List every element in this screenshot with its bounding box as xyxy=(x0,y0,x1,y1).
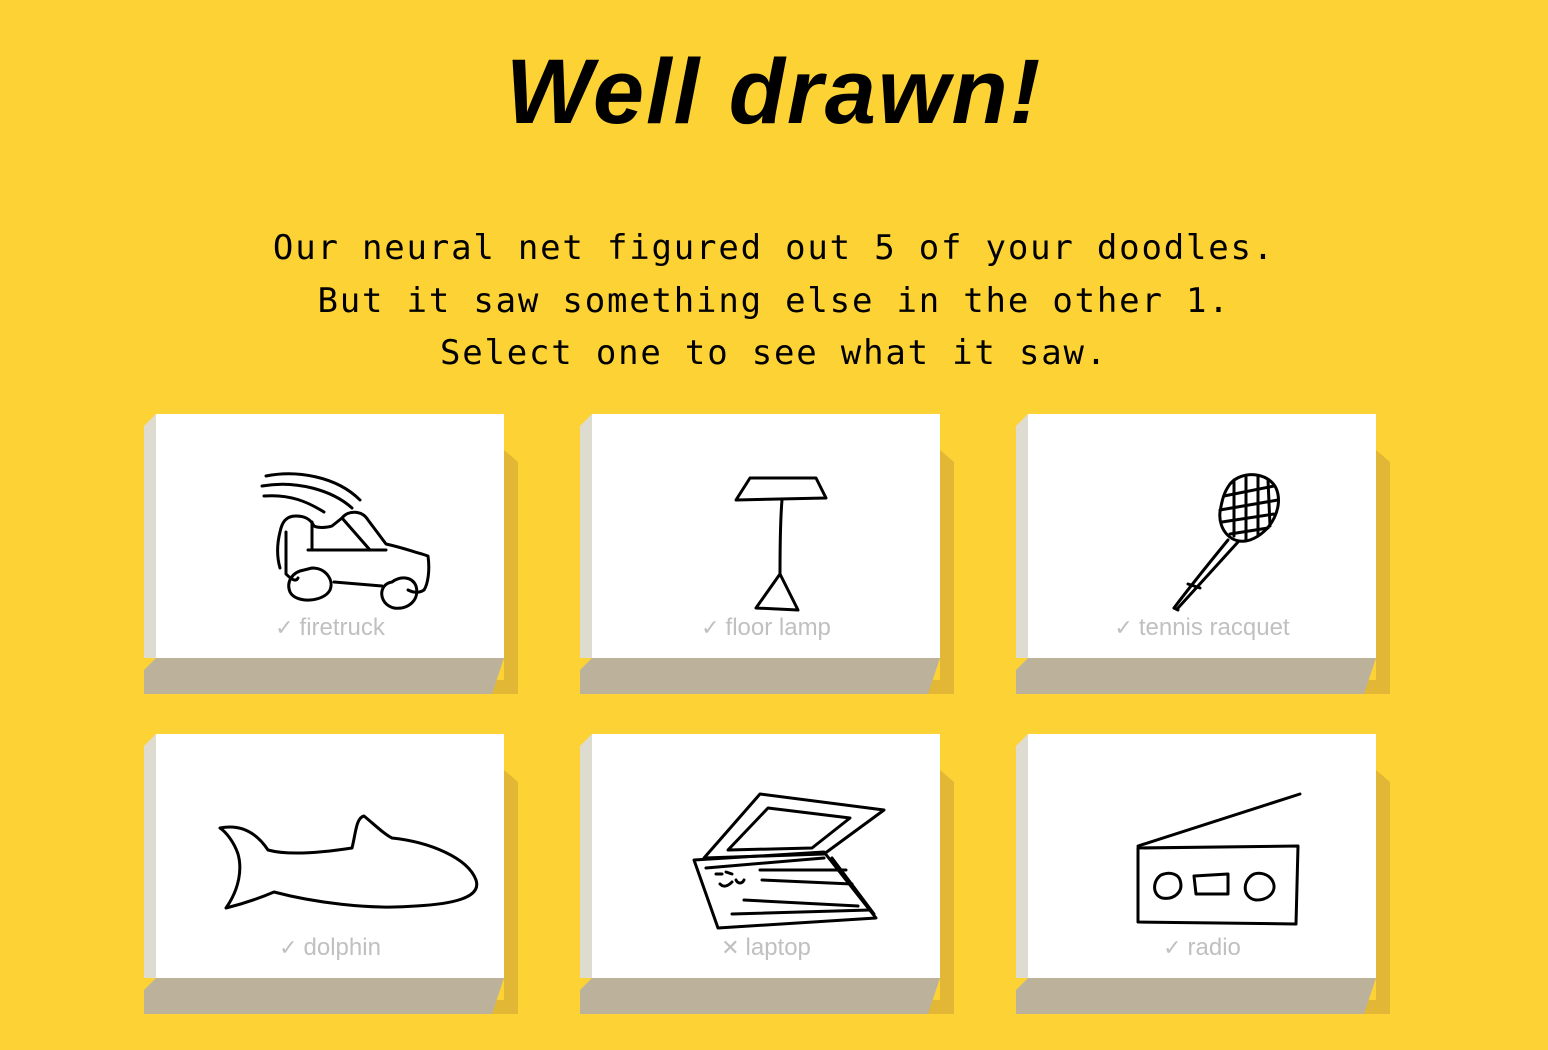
card-edge xyxy=(1016,414,1028,658)
check-icon: ✓ xyxy=(701,615,720,640)
card-edge xyxy=(144,734,156,978)
card-edge xyxy=(1016,978,1376,1014)
doodle-label: radio xyxy=(1187,934,1241,961)
doodle-card-firetruck[interactable]: ✓ firetruck xyxy=(144,414,518,694)
doodle-card-floor-lamp[interactable]: ✓ floor lamp xyxy=(580,414,954,694)
doodle-caption: ✓ dolphin xyxy=(156,934,504,962)
card-edge xyxy=(940,450,954,694)
check-icon: ✓ xyxy=(279,935,298,960)
check-icon: ✓ xyxy=(1163,935,1182,960)
result-message: Our neural net figured out 5 of your doo… xyxy=(0,222,1548,380)
card-edge xyxy=(1376,450,1390,694)
result-message-line-2: But it saw something else in the other 1… xyxy=(317,280,1231,321)
doodle-caption: ✓ floor lamp xyxy=(592,614,940,642)
check-icon: ✓ xyxy=(1114,615,1133,640)
result-message-line-3: Select one to see what it saw. xyxy=(439,333,1109,373)
doodle-caption: ✕ laptop xyxy=(592,934,940,962)
doodle-card-laptop[interactable]: ✕ laptop xyxy=(580,734,954,1014)
doodle-label: tennis racquet xyxy=(1138,614,1290,641)
card-edge xyxy=(504,450,518,694)
doodle-label: laptop xyxy=(745,934,811,961)
card-edge xyxy=(580,658,940,694)
check-icon: ✓ xyxy=(275,615,294,640)
card-edge xyxy=(580,734,592,978)
doodle-caption: ✓ tennis racquet xyxy=(1028,614,1376,642)
card-edge xyxy=(940,770,954,1014)
card-edge xyxy=(1016,658,1376,694)
doodle-card-radio[interactable]: ✓ radio xyxy=(1016,734,1390,1014)
x-icon: ✕ xyxy=(721,935,740,960)
card-edge xyxy=(1376,770,1390,1014)
card-edge xyxy=(144,414,156,658)
card-edge xyxy=(580,414,592,658)
card-edge xyxy=(504,770,518,1014)
card-edge xyxy=(580,978,940,1014)
card-edge xyxy=(1016,734,1028,978)
doodle-card-tennis-racquet[interactable]: ✓ tennis racquet xyxy=(1016,414,1390,694)
doodle-caption: ✓ radio xyxy=(1028,934,1376,962)
card-edge xyxy=(144,658,504,694)
doodle-card-dolphin[interactable]: ✓ dolphin xyxy=(144,734,518,1014)
doodle-caption: ✓ firetruck xyxy=(156,614,504,642)
result-message-line-1: Our neural net figured out 5 of your doo… xyxy=(272,228,1276,268)
doodle-label: dolphin xyxy=(303,934,381,961)
page-title: Well drawn! xyxy=(505,41,1043,143)
doodle-label: floor lamp xyxy=(725,614,831,641)
doodle-label: firetruck xyxy=(299,614,385,641)
card-edge xyxy=(144,978,504,1014)
